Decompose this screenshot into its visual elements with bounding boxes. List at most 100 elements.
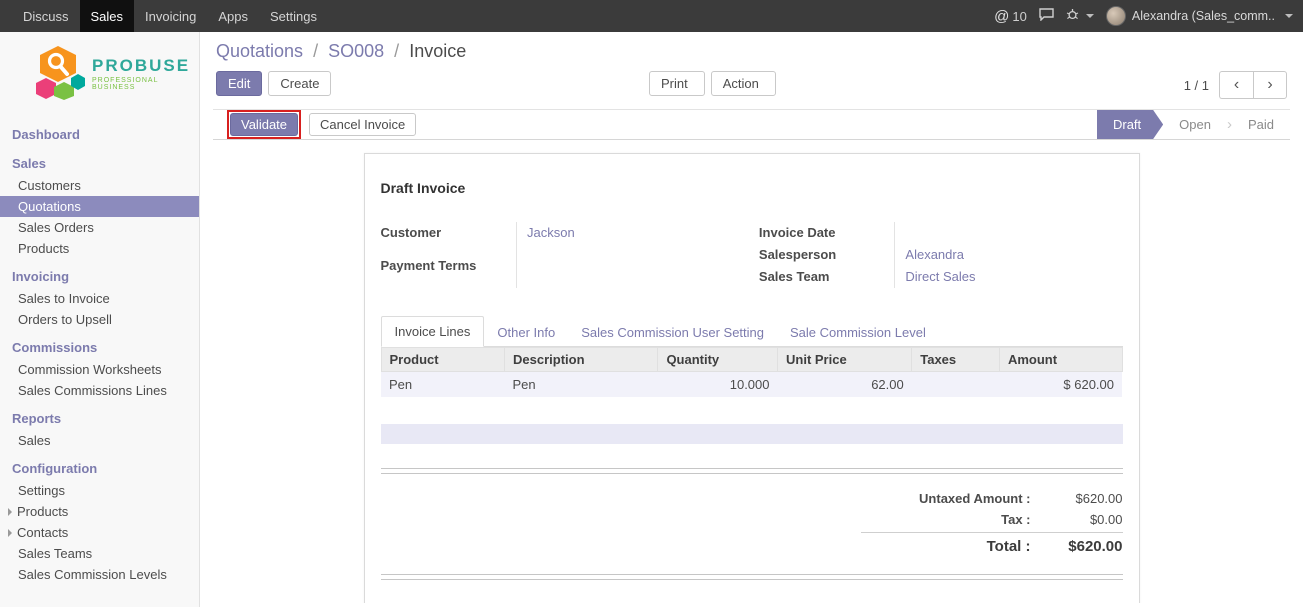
logo-text: PROBUSE PROFESSIONAL BUSINESS xyxy=(92,56,190,91)
menu-invoicing[interactable]: Invoicing xyxy=(134,0,207,32)
create-button[interactable]: Create xyxy=(268,71,331,96)
validate-annotation-box: Validate xyxy=(227,110,301,139)
sidebar-item-products[interactable]: Products xyxy=(0,238,199,259)
tab-invoice-lines[interactable]: Invoice Lines xyxy=(381,316,485,347)
pager-value: 1 / 1 xyxy=(1184,78,1209,93)
breadcrumb: Quotations / SO008 / Invoice xyxy=(216,41,1287,62)
tax-value: $0.00 xyxy=(1045,512,1123,527)
print-dropdown-button[interactable]: Print xyxy=(649,71,705,96)
payment-terms-value[interactable] xyxy=(517,255,745,288)
sidebar-heading-reports[interactable]: Reports xyxy=(0,407,199,430)
mentions-button[interactable]: @ 10 xyxy=(994,8,1027,25)
menu-sales[interactable]: Sales xyxy=(80,0,135,32)
main-content: Quotations / SO008 / Invoice Edit Create… xyxy=(200,32,1303,607)
sidebar-item-dashboard[interactable]: Dashboard xyxy=(0,123,199,146)
logo-subtitle: PROFESSIONAL BUSINESS xyxy=(92,77,190,91)
tab-sales-commission-user-setting[interactable]: Sales Commission User Setting xyxy=(568,318,777,347)
sidebar-heading-configuration[interactable]: Configuration xyxy=(0,457,199,480)
menu-apps[interactable]: Apps xyxy=(207,0,259,32)
tab-sale-commission-level[interactable]: Sale Commission Level xyxy=(777,318,939,347)
app-menus: Discuss Sales Invoicing Apps Settings xyxy=(0,0,328,32)
sidebar-item-settings[interactable]: Settings xyxy=(0,480,199,501)
pager-previous-button[interactable]: ‹ xyxy=(1219,71,1253,99)
status-step-paid[interactable]: Paid xyxy=(1232,110,1290,139)
sheet-scroll-area[interactable]: Draft Invoice Customer Jackson Payment T… xyxy=(200,140,1303,603)
avatar xyxy=(1106,6,1126,26)
breadcrumb-so008[interactable]: SO008 xyxy=(328,41,384,61)
sidebar-item-quotations[interactable]: Quotations xyxy=(0,196,199,217)
user-menu[interactable]: Alexandra (Sales_comm.. xyxy=(1106,6,1293,26)
status-bar: Validate Cancel Invoice Draft Open › Pai… xyxy=(213,109,1290,140)
sidebar-item-sales-to-invoice[interactable]: Sales to Invoice xyxy=(0,288,199,309)
sidebar-item-config-products[interactable]: Products xyxy=(0,501,199,522)
tab-other-info[interactable]: Other Info xyxy=(484,318,568,347)
col-taxes[interactable]: Taxes xyxy=(912,348,1000,372)
total-label: Total : xyxy=(861,538,1045,555)
expand-arrow-icon xyxy=(8,529,12,537)
status-step-draft[interactable]: Draft xyxy=(1097,110,1163,139)
notebook-tabs: Invoice Lines Other Info Sales Commissio… xyxy=(381,316,1123,347)
bottom-separator xyxy=(381,574,1123,580)
menu-settings[interactable]: Settings xyxy=(259,0,328,32)
cancel-invoice-button[interactable]: Cancel Invoice xyxy=(309,113,416,136)
invoice-form-sheet: Draft Invoice Customer Jackson Payment T… xyxy=(364,153,1140,603)
total-row: Total : $620.00 xyxy=(861,532,1123,558)
sidebar-item-sales-orders[interactable]: Sales Orders xyxy=(0,217,199,238)
invoice-date-label: Invoice Date xyxy=(759,222,895,244)
logo-title: PROBUSE xyxy=(92,56,190,76)
messages-button[interactable] xyxy=(1039,8,1054,24)
table-header-row: Product Description Quantity Unit Price … xyxy=(381,348,1122,372)
edit-button[interactable]: Edit xyxy=(216,71,262,96)
sidebar-item-sales-commission-levels[interactable]: Sales Commission Levels xyxy=(0,564,199,585)
validate-button[interactable]: Validate xyxy=(230,113,298,136)
breadcrumb-quotations[interactable]: Quotations xyxy=(216,41,303,61)
sidebar-item-orders-to-upsell[interactable]: Orders to Upsell xyxy=(0,309,199,330)
sales-team-value[interactable]: Direct Sales xyxy=(895,266,1123,288)
company-logo[interactable]: PROBUSE PROFESSIONAL BUSINESS xyxy=(0,32,199,113)
field-groups: Customer Jackson Payment Terms Invoice D… xyxy=(381,222,1123,288)
sales-team-label: Sales Team xyxy=(759,266,895,288)
col-quantity[interactable]: Quantity xyxy=(658,348,778,372)
customer-label: Customer xyxy=(381,222,517,255)
sidebar-item-reports-sales[interactable]: Sales xyxy=(0,430,199,451)
action-label: Action xyxy=(723,76,759,91)
col-product[interactable]: Product xyxy=(381,348,505,372)
pager-next-button[interactable]: › xyxy=(1253,71,1287,99)
sidebar-heading-commissions[interactable]: Commissions xyxy=(0,336,199,359)
table-row[interactable]: Pen Pen 10.000 62.00 $ 620.00 xyxy=(381,372,1122,398)
sidebar-item-customers[interactable]: Customers xyxy=(0,175,199,196)
center-buttons: Print Action xyxy=(649,71,776,96)
sidebar-item-label: Products xyxy=(17,504,68,519)
payment-terms-label: Payment Terms xyxy=(381,255,517,288)
topbar-right: @ 10 Alexandra (Sales_comm.. xyxy=(994,0,1303,32)
sidebar-item-sales-teams[interactable]: Sales Teams xyxy=(0,543,199,564)
debug-menu-button[interactable] xyxy=(1066,8,1094,24)
field-row-customer: Customer Jackson xyxy=(381,222,745,255)
sidebar-heading-sales[interactable]: Sales xyxy=(0,152,199,175)
chevron-down-icon xyxy=(1285,14,1293,18)
left-buttons: Edit Create xyxy=(216,71,331,96)
invoice-lines-table: Product Description Quantity Unit Price … xyxy=(381,347,1123,397)
section-separator xyxy=(381,468,1123,474)
sidebar-heading-invoicing[interactable]: Invoicing xyxy=(0,265,199,288)
col-amount[interactable]: Amount xyxy=(999,348,1122,372)
col-unit-price[interactable]: Unit Price xyxy=(778,348,912,372)
sidebar-item-config-contacts[interactable]: Contacts xyxy=(0,522,199,543)
sidebar-item-sales-commissions-lines[interactable]: Sales Commissions Lines xyxy=(0,380,199,401)
cell-amount: $ 620.00 xyxy=(999,372,1122,398)
sidebar-item-commission-worksheets[interactable]: Commission Worksheets xyxy=(0,359,199,380)
menu-discuss[interactable]: Discuss xyxy=(12,0,80,32)
salesperson-value[interactable]: Alexandra xyxy=(895,244,1123,266)
untaxed-amount-row: Untaxed Amount : $620.00 xyxy=(861,488,1123,509)
action-dropdown-button[interactable]: Action xyxy=(711,71,776,96)
invoice-date-value[interactable] xyxy=(895,222,1123,244)
col-description[interactable]: Description xyxy=(505,348,658,372)
print-label: Print xyxy=(661,76,688,91)
control-panel-buttons: Edit Create Print Action 1 / 1 ‹ › xyxy=(216,71,1287,99)
untaxed-amount-label: Untaxed Amount : xyxy=(861,491,1045,506)
tax-row: Tax : $0.00 xyxy=(861,509,1123,530)
breadcrumb-separator: / xyxy=(394,41,399,61)
untaxed-amount-value: $620.00 xyxy=(1045,491,1123,506)
status-step-open[interactable]: Open xyxy=(1163,110,1227,139)
customer-value[interactable]: Jackson xyxy=(517,222,745,255)
